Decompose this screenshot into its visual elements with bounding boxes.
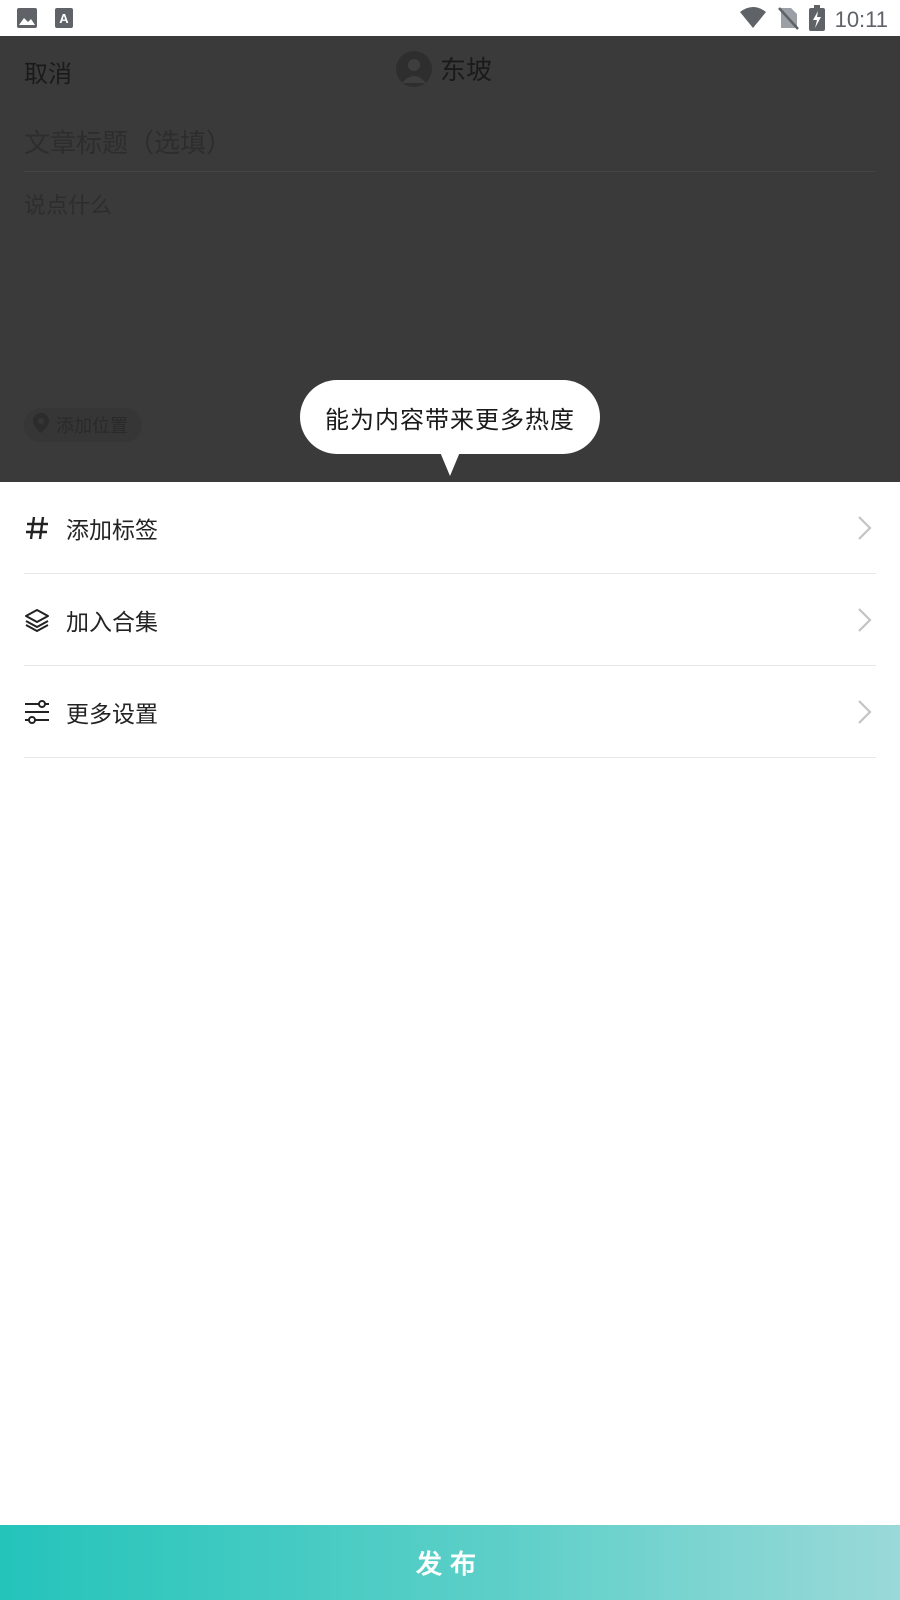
- chevron-right-icon: [850, 699, 876, 725]
- status-bar-left: A: [16, 7, 76, 33]
- article-title-input[interactable]: [24, 116, 876, 172]
- tooltip-text: 能为内容带来更多热度: [325, 405, 575, 434]
- menu-item-label: 添加标签: [66, 517, 158, 544]
- svg-text:A: A: [59, 11, 69, 26]
- menu-item-label: 加入合集: [66, 609, 158, 636]
- avatar: [396, 50, 432, 87]
- settings-sheet: 添加标签 加入合集 更多设置: [0, 482, 900, 758]
- status-time: 10:11: [834, 7, 888, 32]
- menu-item-label: 更多设置: [66, 701, 158, 728]
- status-bar-right: 10:11: [739, 5, 888, 35]
- text-a-icon: A: [54, 7, 76, 33]
- menu-item-add-collection[interactable]: 加入合集: [24, 574, 876, 666]
- post-body-input[interactable]: [24, 188, 876, 388]
- sliders-icon: [24, 699, 50, 725]
- tooltip-arrow: [440, 452, 460, 476]
- author-selector[interactable]: 东坡: [396, 50, 492, 87]
- author-name: 东坡: [440, 56, 493, 86]
- chevron-right-icon: [850, 515, 876, 541]
- location-label: 添加位置: [56, 416, 128, 437]
- wifi-icon: [739, 6, 767, 34]
- image-icon: [16, 7, 38, 33]
- location-pin-icon: [32, 412, 50, 438]
- publish-button[interactable]: 发布: [0, 1525, 900, 1600]
- menu-item-more-settings[interactable]: 更多设置: [24, 666, 876, 758]
- layers-icon: [24, 607, 50, 633]
- battery-charging-icon: [808, 5, 825, 35]
- hint-tooltip: 能为内容带来更多热度: [300, 380, 600, 454]
- no-sim-icon: [777, 6, 799, 34]
- hashtag-icon: [24, 515, 50, 541]
- cancel-button[interactable]: 取消: [24, 54, 72, 89]
- chevron-right-icon: [850, 607, 876, 633]
- status-bar: A 10:11: [0, 0, 900, 36]
- menu-item-add-tag[interactable]: 添加标签: [24, 482, 876, 574]
- add-location-button[interactable]: 添加位置: [24, 408, 142, 442]
